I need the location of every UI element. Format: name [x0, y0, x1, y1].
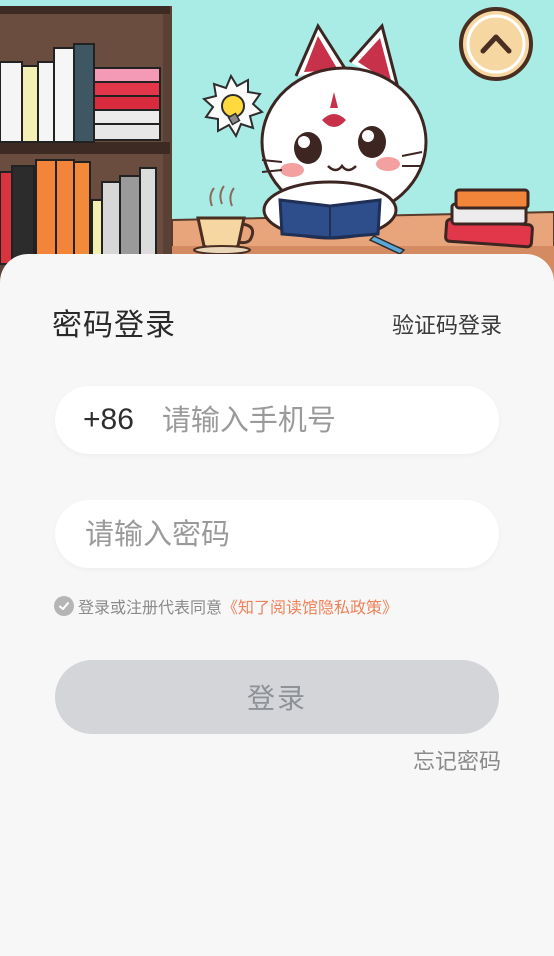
login-button[interactable]: 登录 [55, 660, 499, 734]
chevron-up-icon [459, 7, 533, 81]
phone-field[interactable]: +86 [55, 386, 499, 454]
country-code[interactable]: +86 [83, 403, 134, 437]
password-field[interactable] [55, 500, 499, 568]
sms-login-link[interactable]: 验证码登录 [392, 308, 502, 340]
forgot-password-link[interactable]: 忘记密码 [413, 744, 501, 776]
privacy-policy-link[interactable]: 《知了阅读馆隐私政策》 [222, 594, 398, 618]
checkmark-icon [59, 602, 69, 610]
agreement-row: 登录或注册代表同意 《知了阅读馆隐私政策》 [54, 594, 398, 618]
agreement-text: 登录或注册代表同意 [78, 598, 223, 617]
password-input[interactable] [85, 517, 499, 551]
page-title: 密码登录 [52, 308, 176, 343]
check-icon[interactable] [54, 596, 74, 616]
phone-input[interactable] [161, 403, 499, 437]
collapse-button[interactable] [458, 6, 534, 82]
